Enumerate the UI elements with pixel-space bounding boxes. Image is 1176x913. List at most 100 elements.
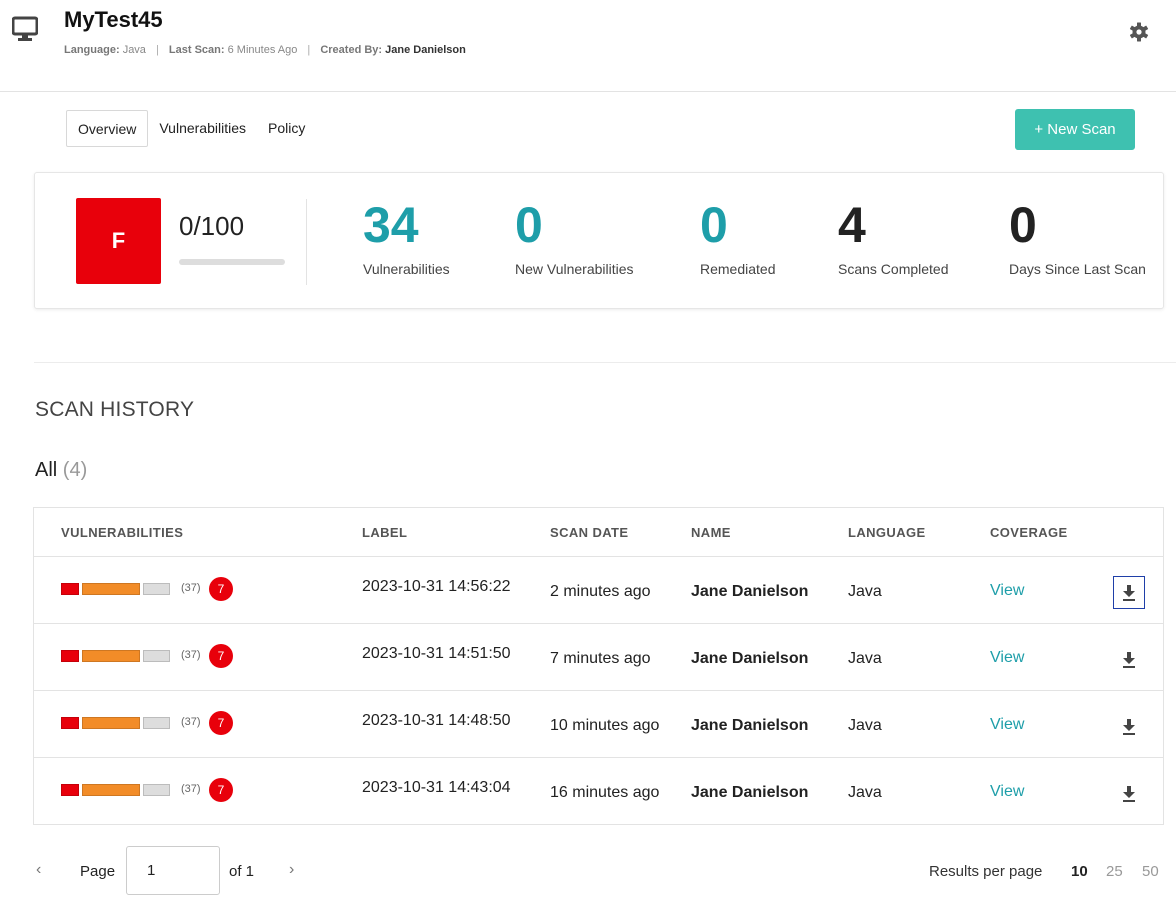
scan-label: 2023-10-31 14:56:22 [362, 578, 511, 595]
page-number-input[interactable] [126, 846, 220, 895]
col-vulnerabilities: VULNERABILITIES [61, 525, 184, 540]
severity-low-bar [143, 784, 170, 796]
grade-badge: F [76, 198, 161, 284]
vulnerability-count: (37) [181, 716, 201, 728]
download-button[interactable] [1113, 777, 1145, 810]
download-icon [1123, 584, 1135, 601]
filter-all-count: (4) [62, 459, 88, 481]
col-name: NAME [691, 525, 731, 540]
download-button[interactable] [1113, 643, 1145, 676]
col-language: LANGUAGE [848, 525, 926, 540]
score-progress-bar [179, 259, 285, 265]
stat-label: Remediated [700, 261, 776, 277]
download-button[interactable] [1113, 710, 1145, 743]
stat-label: Days Since Last Scan [1009, 261, 1146, 277]
next-page-button[interactable]: › [289, 861, 294, 879]
col-scan-date: SCAN DATE [550, 525, 629, 540]
language-value: Java [122, 44, 146, 56]
vulnerability-badge: 7 [209, 711, 233, 735]
col-label: LABEL [362, 525, 408, 540]
table-row: (37) 7 2023-10-31 14:51:50 7 minutes ago… [34, 624, 1163, 691]
scan-date: 16 minutes ago [550, 784, 660, 801]
stat-value: 34 [363, 197, 419, 253]
tab-overview[interactable]: Overview [66, 110, 149, 147]
stat-vulnerabilities: 34 Vulnerabilities [363, 197, 450, 277]
tab-vulnerabilities[interactable]: Vulnerabilities [148, 110, 257, 147]
created-by-key: Created By: [320, 44, 383, 56]
download-icon [1123, 718, 1135, 735]
summary-card: F 0/100 34 Vulnerabilities 0 New Vulnera… [34, 172, 1164, 309]
severity-critical-bar [61, 583, 79, 595]
vulnerability-count: (37) [181, 649, 201, 661]
severity-low-bar [143, 650, 170, 662]
severity-critical-bar [61, 784, 79, 796]
created-by-value: Jane Danielson [385, 44, 466, 56]
coverage-view-link[interactable]: View [990, 582, 1024, 600]
table-row: (37) 7 2023-10-31 14:43:04 16 minutes ag… [34, 758, 1163, 825]
scan-user-name: Jane Danielson [691, 650, 809, 667]
coverage-view-link[interactable]: View [990, 649, 1024, 667]
coverage-view-link[interactable]: View [990, 783, 1024, 801]
stat-value: 0 [515, 197, 543, 253]
scan-date: 10 minutes ago [550, 717, 660, 734]
prev-page-button[interactable]: ‹ [36, 861, 41, 879]
download-icon [1123, 651, 1135, 668]
stat-scans-completed: 4 Scans Completed [838, 197, 949, 277]
language-key: Language: [64, 44, 120, 56]
filter-all-label: All [35, 459, 58, 481]
vulnerability-badge: 7 [209, 778, 233, 802]
scan-date: 2 minutes ago [550, 583, 651, 600]
gear-icon[interactable] [1129, 22, 1149, 42]
results-per-page-50[interactable]: 50 [1142, 863, 1159, 880]
severity-high-bar [82, 650, 140, 662]
results-per-page-25[interactable]: 25 [1106, 863, 1123, 880]
page-label: Page [80, 863, 116, 880]
stat-label: New Vulnerabilities [515, 261, 634, 277]
pagination: ‹ Page of 1 › Results per page 10 25 50 [0, 845, 1176, 895]
tab-policy[interactable]: Policy [257, 110, 316, 147]
page-total-label: of 1 [229, 863, 255, 880]
scan-language: Java [848, 583, 882, 600]
scan-user-name: Jane Danielson [691, 717, 809, 734]
results-per-page-label: Results per page [929, 863, 1043, 880]
scan-label: 2023-10-31 14:43:04 [362, 779, 511, 796]
project-title: MyTest45 [64, 7, 163, 32]
severity-critical-bar [61, 717, 79, 729]
stat-value: 0 [700, 197, 728, 253]
scan-history-title: SCAN HISTORY [35, 398, 195, 421]
filter-all[interactable]: All (4) [35, 459, 87, 482]
last-scan-key: Last Scan: [168, 44, 225, 56]
results-per-page-10[interactable]: 10 [1071, 863, 1088, 880]
coverage-view-link[interactable]: View [990, 716, 1024, 734]
vulnerability-count: (37) [181, 582, 201, 594]
stat-days-since-last-scan: 0 Days Since Last Scan [1009, 197, 1146, 277]
stat-remediated: 0 Remediated [700, 197, 776, 277]
section-divider [34, 362, 1176, 363]
scan-date: 7 minutes ago [550, 650, 651, 667]
table-header: VULNERABILITIES LABEL SCAN DATE NAME LAN… [34, 508, 1163, 557]
vulnerability-badge: 7 [209, 644, 233, 668]
scan-language: Java [848, 784, 882, 801]
new-scan-button[interactable]: + New Scan [1015, 109, 1135, 150]
scan-label: 2023-10-31 14:48:50 [362, 712, 511, 729]
table-row: (37) 7 2023-10-31 14:48:50 10 minutes ag… [34, 691, 1163, 758]
scan-language: Java [848, 650, 882, 667]
download-button[interactable] [1113, 576, 1145, 609]
project-tabs: Overview Vulnerabilities Policy [66, 110, 316, 147]
severity-low-bar [143, 717, 170, 729]
scan-history-table: VULNERABILITIES LABEL SCAN DATE NAME LAN… [33, 507, 1164, 825]
severity-high-bar [82, 717, 140, 729]
stat-value: 4 [838, 197, 866, 253]
severity-high-bar [82, 784, 140, 796]
scan-label: 2023-10-31 14:51:50 [362, 645, 511, 662]
stat-new-vulnerabilities: 0 New Vulnerabilities [515, 197, 634, 277]
vulnerability-badge: 7 [209, 577, 233, 601]
severity-high-bar [82, 583, 140, 595]
monitor-icon [12, 16, 38, 41]
scan-user-name: Jane Danielson [691, 583, 809, 600]
project-meta: Language: Java | Last Scan: 6 Minutes Ag… [64, 44, 466, 56]
stat-label: Vulnerabilities [363, 261, 450, 277]
last-scan-value: 6 Minutes Ago [227, 44, 298, 56]
col-coverage: COVERAGE [990, 525, 1068, 540]
scan-language: Java [848, 717, 882, 734]
